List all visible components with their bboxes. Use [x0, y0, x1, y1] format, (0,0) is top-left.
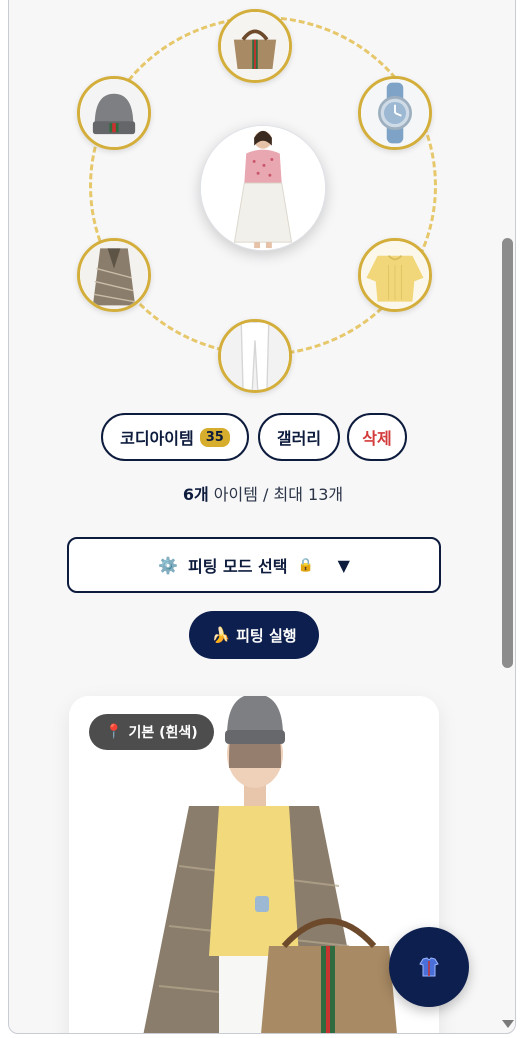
model-thumbnail	[201, 126, 325, 250]
run-fitting-button[interactable]: 🍌 피팅 실행	[189, 611, 319, 659]
orbit-item-coat[interactable]	[77, 238, 151, 312]
watch-thumbnail	[361, 79, 429, 147]
scroll-down-arrow-icon[interactable]	[502, 1020, 514, 1028]
fitting-mode-label: 피팅 모드 선택	[187, 557, 288, 576]
orbit-item-sweater[interactable]	[358, 238, 432, 312]
app-frame: 코디아이템 35 갤러리 삭제 6개 아이템 / 최대 13개 ⚙️ 피팅 모드…	[8, 0, 516, 1034]
beanie-thumbnail	[80, 79, 148, 147]
delete-label: 삭제	[362, 429, 392, 448]
gallery-label: 갤러리	[276, 429, 322, 448]
delete-button[interactable]: 삭제	[347, 413, 407, 461]
codi-items-count-badge: 35	[199, 427, 230, 447]
fitting-result-card[interactable]: 📍 기본 (흰색)	[69, 696, 439, 1033]
banana-icon: 🍌	[211, 626, 231, 644]
fitting-mode-select[interactable]: ⚙️ 피팅 모드 선택 🔒 ▼	[67, 537, 441, 593]
page-scrollbar[interactable]	[500, 0, 516, 1038]
center-model-photo[interactable]	[200, 125, 326, 251]
selection-count-value: 6개	[182, 485, 209, 504]
orbit-item-watch[interactable]	[358, 76, 432, 150]
codi-items-label: 코디아이템	[120, 429, 194, 448]
orbit-item-beanie[interactable]	[77, 76, 151, 150]
gear-icon: ⚙️	[158, 555, 178, 575]
bag-thumbnail	[221, 12, 289, 80]
pants-thumbnail	[221, 322, 289, 390]
sweater-thumbnail	[361, 241, 429, 309]
scrollbar-thumb[interactable]	[502, 238, 513, 668]
background-badge[interactable]: 📍 기본 (흰색)	[89, 714, 214, 750]
selection-count-suffix: 아이템 / 최대 13개	[208, 485, 344, 504]
run-fitting-label: 피팅 실행	[236, 626, 297, 645]
codi-items-button[interactable]: 코디아이템 35	[101, 413, 249, 461]
shirt-icon	[419, 957, 439, 977]
selection-count: 6개 아이템 / 최대 13개	[9, 481, 515, 505]
chevron-down-icon: ▼	[337, 555, 350, 575]
orbit-item-pants[interactable]	[218, 319, 292, 393]
coat-thumbnail	[80, 241, 148, 309]
pin-icon: 📍	[105, 724, 123, 740]
gallery-button[interactable]: 갤러리	[258, 413, 340, 461]
wardrobe-fab-button[interactable]	[389, 927, 469, 1007]
background-badge-label: 기본 (흰색)	[128, 725, 198, 741]
lock-icon: 🔒	[297, 557, 314, 573]
orbit-item-bag[interactable]	[218, 9, 292, 83]
